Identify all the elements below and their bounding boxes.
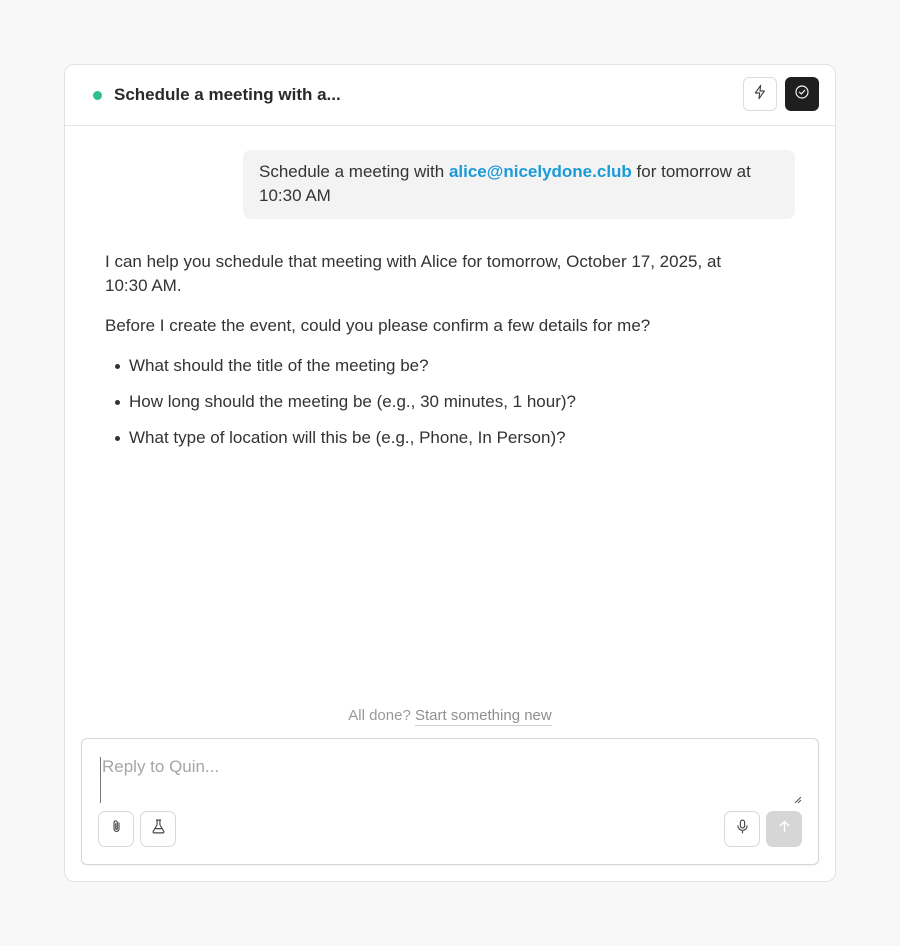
question-list: What should the title of the meeting be?… — [105, 354, 745, 450]
chat-header: Schedule a meeting with a... — [65, 65, 835, 126]
complete-button[interactable] — [785, 77, 819, 111]
arrow-up-icon — [776, 818, 793, 840]
status-indicator — [93, 90, 102, 100]
header-actions — [743, 77, 819, 111]
attach-button[interactable] — [98, 811, 134, 847]
composer-right-actions — [724, 811, 802, 847]
assistant-paragraph: Before I create the event, could you ple… — [105, 316, 651, 335]
start-new-link[interactable]: Start something new — [414, 707, 552, 726]
list-item: What should the title of the meeting be? — [115, 354, 745, 378]
resize-grip-icon[interactable] — [794, 791, 802, 804]
user-message-prefix: Schedule a meeting with — [259, 162, 449, 181]
paperclip-icon — [108, 818, 125, 840]
email-link[interactable]: alice@nicelydone.club — [449, 162, 632, 181]
send-button[interactable] — [766, 811, 802, 847]
lightning-icon — [752, 84, 768, 105]
chat-title: Schedule a meeting with a... — [114, 85, 341, 104]
assistant-paragraph: I can help you schedule that meeting wit… — [105, 252, 722, 295]
composer-left-actions — [98, 811, 176, 847]
assistant-message: I can help you schedule that meeting wit… — [105, 250, 745, 462]
list-item: What type of location will this be (e.g.… — [115, 426, 745, 450]
reply-input[interactable] — [100, 757, 800, 803]
flask-icon — [150, 818, 167, 840]
microphone-button[interactable] — [724, 811, 760, 847]
lightning-button[interactable] — [743, 77, 777, 111]
all-done-line: All done? Start something new — [65, 707, 835, 726]
flask-button[interactable] — [140, 811, 176, 847]
all-done-text: All done? — [348, 707, 411, 724]
chat-panel: Schedule a meeting with a... Schedule a … — [64, 64, 836, 882]
microphone-icon — [734, 818, 751, 840]
user-message: Schedule a meeting with alice@nicelydone… — [243, 150, 795, 219]
list-item: How long should the meeting be (e.g., 30… — [115, 390, 745, 414]
composer — [81, 738, 819, 865]
check-circle-icon — [794, 84, 810, 105]
